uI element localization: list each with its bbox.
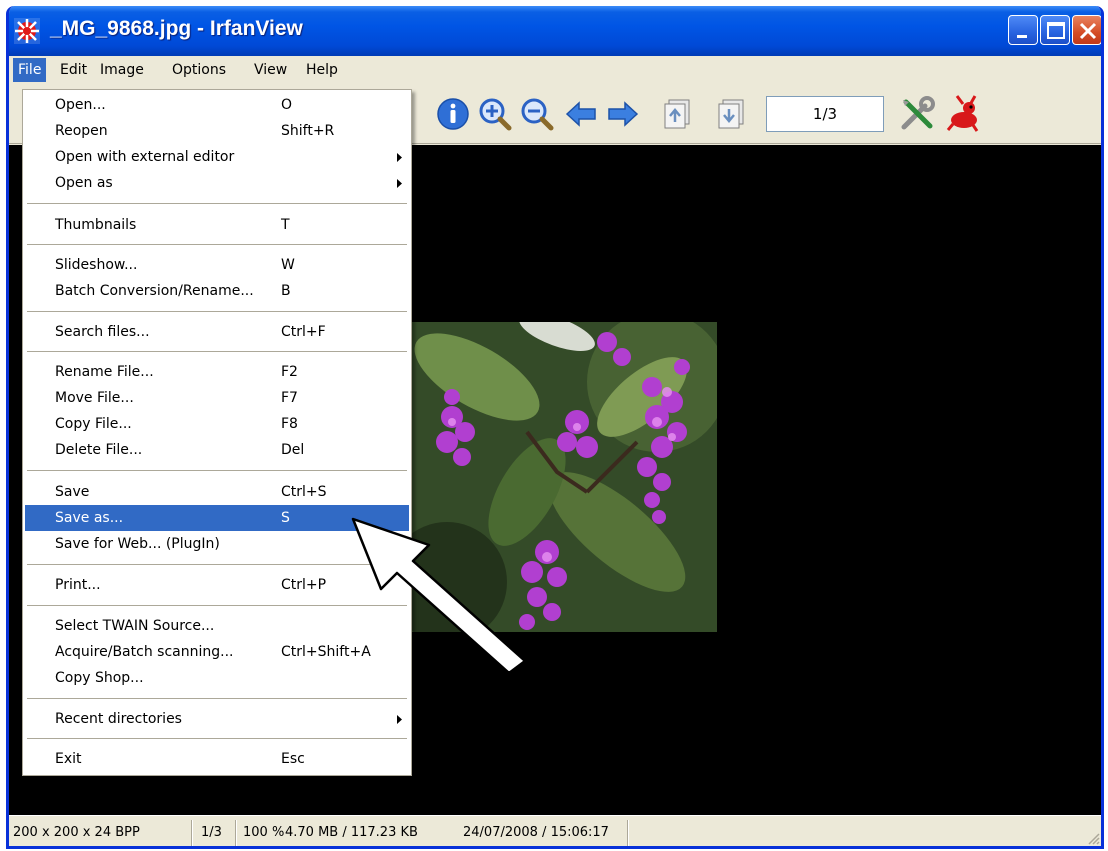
menu-separator [27, 351, 407, 353]
menu-view[interactable]: View [249, 58, 292, 82]
status-page: 1/3 [201, 825, 222, 840]
menu-item-open-with-external-editor[interactable]: Open with external editor [25, 144, 409, 170]
menu-separator [27, 311, 407, 313]
menu-item-label: Batch Conversion/Rename... [55, 283, 254, 299]
menu-item-label: Move File... [55, 390, 134, 406]
menu-item-label: Save for Web... (PlugIn) [55, 536, 220, 552]
menu-item-label: Recent directories [55, 711, 182, 727]
menu-item-shortcut: Shift+R [281, 123, 335, 139]
page-number-field[interactable]: 1/3 [766, 96, 884, 132]
status-zoom: 100 % [243, 825, 285, 840]
menu-item-shortcut: S [281, 510, 290, 526]
maximize-icon [1047, 22, 1065, 39]
menu-help[interactable]: Help [301, 58, 343, 82]
menu-item-label: Save [55, 484, 90, 500]
info-icon[interactable] [433, 94, 473, 134]
menu-item-reopen[interactable]: Reopen Shift+R [25, 118, 409, 144]
menu-item-batch-conversion[interactable]: Batch Conversion/Rename... B [25, 278, 409, 304]
menu-item-label: Open... [55, 97, 106, 113]
irfanview-app-icon[interactable] [14, 18, 40, 44]
menu-item-delete-file[interactable]: Delete File... Del [25, 437, 409, 463]
menu-edit[interactable]: Edit [55, 58, 92, 82]
status-datetime: 24/07/2008 / 15:06:17 [463, 825, 609, 840]
status-divider [191, 820, 193, 846]
menu-item-label: Delete File... [55, 442, 143, 458]
menu-item-rename-file[interactable]: Rename File... F2 [25, 359, 409, 385]
menu-item-open[interactable]: Open... O [25, 92, 409, 118]
menu-item-label: Open with external editor [55, 149, 235, 165]
status-dimensions: 200 x 200 x 24 BPP [13, 825, 140, 840]
menu-item-shortcut: Ctrl+P [281, 577, 327, 593]
menu-item-label: Print... [55, 577, 101, 593]
page-down-icon[interactable] [711, 94, 751, 134]
menu-item-slideshow[interactable]: Slideshow... W [25, 252, 409, 278]
minimize-icon [1017, 35, 1027, 38]
submenu-arrow-icon [397, 153, 402, 162]
menu-item-label: Thumbnails [55, 217, 137, 233]
irfanview-logo-icon[interactable] [943, 94, 983, 134]
menu-item-label: Save as... [55, 510, 124, 526]
annotation-arrow-icon [351, 517, 527, 671]
file-menu-dropdown: Open... O Reopen Shift+R Open with exter… [22, 89, 412, 776]
menu-item-label: Select TWAIN Source... [55, 618, 215, 634]
menu-item-label: Search files... [55, 324, 150, 340]
menu-item-shortcut: Ctrl+S [281, 484, 327, 500]
menu-item-shortcut: Esc [281, 751, 305, 767]
menu-item-label: Exit [55, 751, 82, 767]
menu-item-exit[interactable]: Exit Esc [25, 746, 409, 772]
menu-item-open-as[interactable]: Open as [25, 170, 409, 196]
menu-item-label: Rename File... [55, 364, 154, 380]
menu-item-label: Acquire/Batch scanning... [55, 644, 234, 660]
menu-item-label: Slideshow... [55, 257, 138, 273]
menu-item-search-files[interactable]: Search files... Ctrl+F [25, 319, 409, 345]
page-up-icon[interactable] [657, 94, 697, 134]
menu-item-shortcut: Del [281, 442, 305, 458]
close-button[interactable] [1072, 15, 1101, 45]
minimize-button[interactable] [1008, 15, 1038, 45]
menu-item-shortcut: B [281, 283, 291, 299]
menu-item-label: Reopen [55, 123, 108, 139]
previous-arrow-icon[interactable] [561, 94, 601, 134]
status-divider [627, 820, 629, 846]
title-bar[interactable]: _MG_9868.jpg - IrfanView [9, 6, 1101, 56]
menu-file[interactable]: File [13, 58, 47, 82]
menu-item-shortcut: W [281, 257, 295, 273]
window-title: _MG_9868.jpg - IrfanView [50, 17, 303, 40]
irfanview-window: _MG_9868.jpg - IrfanView File Edit Image… [6, 6, 1104, 849]
menu-item-label: Copy Shop... [55, 670, 144, 686]
menu-item-shortcut: O [281, 97, 293, 113]
menu-options[interactable]: Options [167, 58, 231, 82]
menu-separator [27, 738, 407, 740]
menu-item-shortcut: Ctrl+F [281, 324, 326, 340]
status-bar: 200 x 200 x 24 BPP 1/3 100 % 4.70 MB / 1… [9, 815, 1101, 846]
resize-grip-icon[interactable] [1086, 831, 1100, 845]
menu-item-shortcut: F8 [281, 416, 298, 432]
zoom-out-icon[interactable] [517, 94, 557, 134]
menu-image[interactable]: Image [95, 58, 149, 82]
menu-item-label: Copy File... [55, 416, 132, 432]
next-arrow-icon[interactable] [603, 94, 643, 134]
status-memory: 4.70 MB / 117.23 KB [285, 825, 418, 840]
menu-separator [27, 698, 407, 700]
menu-separator [27, 203, 407, 205]
zoom-in-icon[interactable] [475, 94, 515, 134]
menu-bar: File Edit Image Options View Help [9, 56, 1101, 84]
status-divider [235, 820, 237, 846]
menu-item-recent-directories[interactable]: Recent directories [25, 706, 409, 732]
menu-separator [27, 244, 407, 246]
menu-item-shortcut: F7 [281, 390, 298, 406]
menu-item-move-file[interactable]: Move File... F7 [25, 385, 409, 411]
maximize-button[interactable] [1040, 15, 1070, 45]
menu-item-thumbnails[interactable]: Thumbnails T [25, 212, 409, 238]
submenu-arrow-icon [397, 179, 402, 188]
menu-item-save[interactable]: Save Ctrl+S [25, 479, 409, 505]
menu-item-copy-file[interactable]: Copy File... F8 [25, 411, 409, 437]
tools-icon[interactable] [897, 94, 937, 134]
menu-item-shortcut: T [281, 217, 290, 233]
close-icon [1079, 22, 1097, 40]
submenu-arrow-icon [397, 715, 402, 724]
menu-item-shortcut: F2 [281, 364, 298, 380]
menu-separator [27, 470, 407, 472]
menu-item-label: Open as [55, 175, 113, 191]
